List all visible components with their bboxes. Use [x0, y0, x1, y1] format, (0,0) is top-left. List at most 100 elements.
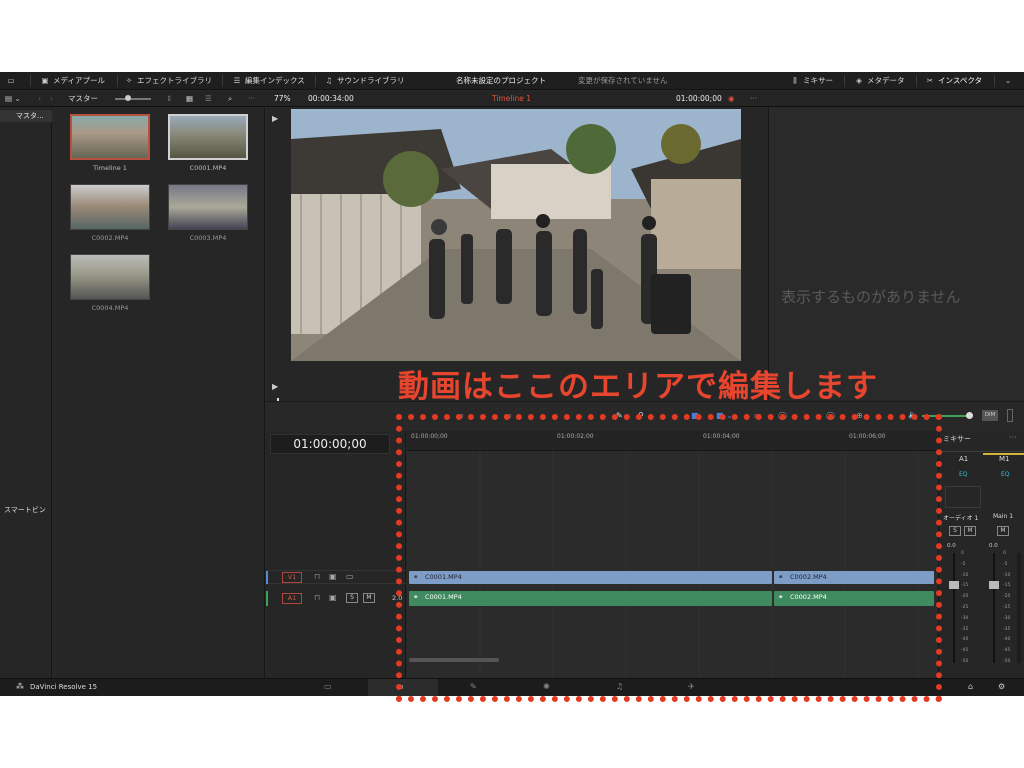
eq-button[interactable]: EQ: [959, 471, 968, 478]
track-header-a1[interactable]: A1 ⊓ ▣ S M 2.0: [266, 591, 406, 607]
channel-label: オーディオ 1: [943, 515, 979, 522]
edit-index-button[interactable]: ☰ 編集インデックス: [232, 75, 305, 87]
media-thumb-c0002[interactable]: [70, 184, 150, 230]
db-tick: -15: [1003, 583, 1011, 589]
auto-select-icon[interactable]: ▣: [329, 593, 337, 602]
top-toolbar: ▭ ▣ メディアプール ✧ エフェクトライブラリ ☰ 編集インデックス ♫ サウンドライ…: [0, 72, 1024, 90]
db-tick: -50: [1003, 659, 1011, 664]
nav-forward-icon[interactable]: ›: [50, 93, 53, 105]
more-options-icon[interactable]: ···: [248, 93, 255, 105]
search-icon[interactable]: ⌕: [228, 93, 232, 105]
viewer-options-icon[interactable]: ···: [750, 93, 757, 105]
music-note-icon: ♫: [325, 76, 333, 85]
fader-level: 0.0: [947, 543, 956, 549]
mixer-button[interactable]: ⫼ ミキサー: [790, 75, 833, 87]
dim-button[interactable]: DIM: [982, 410, 998, 421]
mixer-channel-m1: M1: [999, 455, 1010, 463]
pan-control[interactable]: [945, 486, 981, 508]
db-tick: -15: [961, 583, 969, 589]
db-tick: -25: [961, 605, 969, 610]
sound-library-label: サウンドライブラリ: [337, 76, 405, 85]
timeline-selector[interactable]: Timeline 1: [492, 93, 531, 105]
mute-button[interactable]: M: [964, 526, 976, 536]
media-thumb-c0003[interactable]: [168, 184, 248, 230]
media-label: C0002.MP4: [91, 234, 129, 242]
mixer-label: ミキサー: [803, 76, 833, 85]
db-tick: -20: [961, 594, 969, 600]
video-frame: [291, 109, 741, 361]
track-header-v1[interactable]: V1 ⊓ ▣ ▭: [266, 570, 406, 584]
thumbnail-size-slider[interactable]: [115, 98, 151, 100]
list-icon: ☰: [233, 76, 241, 85]
db-tick: -5: [1003, 561, 1008, 567]
effects-library-button[interactable]: ✧ エフェクトライブラリ: [124, 75, 212, 87]
annotation-text: 動画はここのエリアで編集します: [398, 369, 878, 405]
db-scale: 0 -5 -10 -15 -20 -25 -30 -35 -40 -45 -50: [961, 551, 975, 664]
fader-track[interactable]: [993, 553, 995, 663]
fader-handle[interactable]: [989, 581, 999, 589]
workspace-icon[interactable]: ▭: [6, 75, 19, 87]
inspector-button[interactable]: ✂ インスペクタ: [925, 75, 982, 87]
master-bin[interactable]: マスタ...: [0, 110, 52, 122]
eq-button[interactable]: EQ: [1001, 471, 1010, 478]
list-view-icon[interactable]: ☰: [205, 93, 212, 105]
solo-button[interactable]: S: [346, 593, 358, 603]
track-name-a1[interactable]: A1: [282, 593, 302, 604]
mark-out-icon[interactable]: ▶: [272, 382, 278, 391]
db-tick: -25: [1003, 605, 1011, 610]
fader-handle[interactable]: [949, 581, 959, 589]
meter-icon: [1007, 409, 1013, 422]
mark-in-icon[interactable]: ▶: [272, 114, 278, 123]
db-tick: -30: [1003, 615, 1011, 621]
metadata-button[interactable]: ◈ メタデータ: [854, 75, 904, 87]
lock-icon[interactable]: ⊓: [314, 572, 320, 581]
db-tick: -45: [1003, 648, 1011, 654]
video-image: [291, 109, 741, 361]
save-status: 変更が保存されていません: [578, 76, 668, 85]
db-tick: -40: [1003, 637, 1011, 643]
mixer-panel: ミキサー ··· A1 M1 EQ EQ オーディオ 1 Main 1 S M …: [938, 431, 1024, 678]
bin-list-panel: マスタ... スマートビン: [0, 108, 52, 678]
media-thumb-c0004[interactable]: [70, 254, 150, 300]
auto-select-icon[interactable]: ▣: [329, 572, 337, 581]
media-label: C0001.MP4: [189, 164, 227, 172]
expand-icon[interactable]: ⌄: [1003, 75, 1016, 87]
media-pool-button[interactable]: ▣ メディアプール: [40, 75, 105, 87]
slider-handle[interactable]: [125, 95, 131, 101]
sound-library-button[interactable]: ♫ サウンドライブラリ: [324, 75, 405, 87]
project-title: 名称未設定のプロジェクト: [456, 76, 546, 85]
db-scale: 0 -5 -10 -15 -20 -25 -30 -35 -40 -45 -50: [1003, 551, 1017, 664]
bin-title: マスター: [68, 94, 98, 103]
panel-toggle-icon[interactable]: ▤ ⌄: [5, 93, 21, 105]
edit-index-label: 編集インデックス: [245, 76, 305, 85]
track-name-v1[interactable]: V1: [282, 572, 302, 583]
db-tick: -35: [1003, 626, 1011, 632]
db-tick: -50: [961, 659, 969, 664]
solo-button[interactable]: S: [949, 526, 961, 536]
nav-back-icon[interactable]: ‹: [38, 93, 41, 105]
home-icon[interactable]: ⌂: [968, 682, 973, 691]
mixer-options-icon[interactable]: ···: [1009, 433, 1017, 442]
fader-track[interactable]: [953, 553, 955, 663]
mute-button[interactable]: M: [363, 593, 375, 603]
volume-slider-handle[interactable]: [966, 412, 973, 419]
settings-icon[interactable]: ⚙: [998, 682, 1005, 691]
db-tick: -35: [961, 626, 969, 632]
db-tick: -10: [961, 572, 969, 578]
mute-button[interactable]: M: [997, 526, 1009, 536]
level-meter: [1017, 553, 1021, 663]
source-timecode: 00:00:34:00: [308, 94, 354, 103]
media-page-icon[interactable]: ▭: [324, 682, 332, 691]
sort-icon[interactable]: ⇕: [166, 93, 172, 105]
media-thumb-c0001[interactable]: [168, 114, 248, 160]
color-icon[interactable]: ◉: [728, 93, 735, 105]
fader-level: 0.0: [989, 543, 998, 549]
zoom-level[interactable]: 77%: [274, 93, 291, 105]
grid-view-icon[interactable]: ▦: [186, 93, 193, 105]
effects-icon: ✧: [125, 76, 133, 85]
media-thumb-timeline1[interactable]: [70, 114, 150, 160]
track-enable-icon[interactable]: ▭: [346, 572, 354, 581]
annotation-dotted-box: [396, 414, 942, 702]
lock-icon[interactable]: ⊓: [314, 593, 320, 602]
metadata-icon: ◈: [856, 76, 862, 85]
